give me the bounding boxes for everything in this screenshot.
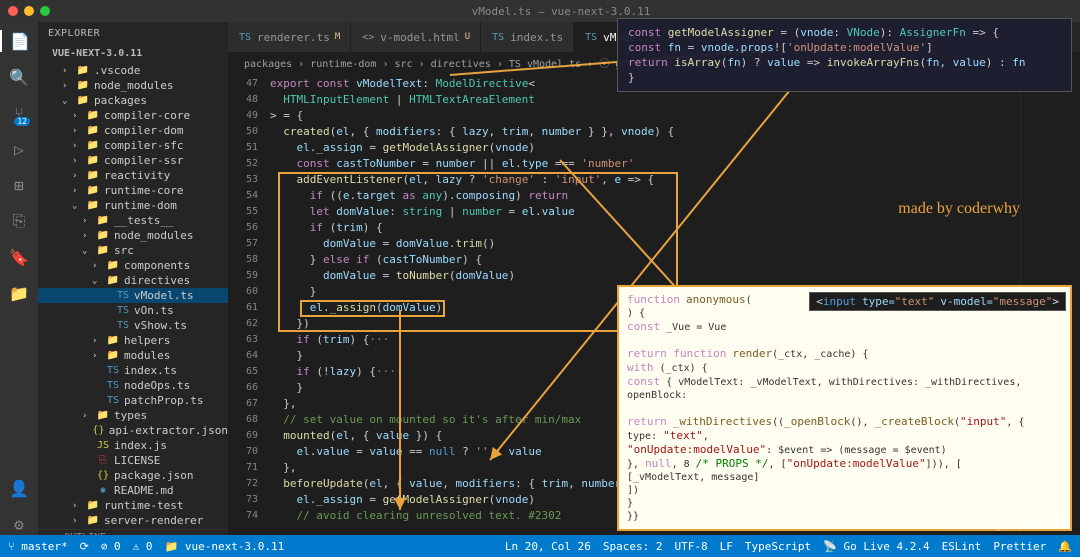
status-warnings[interactable]: ⚠ 0 [133,540,153,553]
tree-item[interactable]: ›📁__tests__ [38,213,228,228]
tree-item[interactable]: TSvShow.ts [38,318,228,333]
sidebar-title: EXPLORER [38,22,228,45]
tree-item[interactable]: ›📁helpers [38,333,228,348]
tooltip-code-box: const getModelAssigner = (vnode: VNode):… [617,18,1072,92]
sidebar: EXPLORER VUE-NEXT-3.0.11 ›📁.vscode›📁node… [38,22,228,535]
tree-item[interactable]: ✱README.md [38,483,228,498]
status-sync[interactable]: ⟳ [80,540,89,553]
status-spaces[interactable]: Spaces: 2 [603,540,663,553]
debug-icon[interactable]: ▷ [8,138,30,160]
status-golive[interactable]: 📡 Go Live 4.2.4 [823,540,929,553]
status-errors[interactable]: ⊘ 0 [101,540,121,553]
tree-item[interactable]: TSindex.ts [38,363,228,378]
tree-item[interactable]: ›📁compiler-sfc [38,138,228,153]
tree-item[interactable]: ›📁.vscode [38,63,228,78]
status-workspace[interactable]: 📁 vue-next-3.0.11 [165,540,285,553]
window-controls[interactable] [8,6,50,16]
tree-item[interactable]: ⌄📁src [38,243,228,258]
tree-item[interactable]: ›📁compiler-core [38,108,228,123]
account-icon[interactable]: 👤 [8,477,30,499]
line-numbers: 47 48 49 50 51 52 53 54 55 56 57 58 59 6… [228,73,270,535]
tree-item[interactable]: ›📁types [38,408,228,423]
tree-item[interactable]: ⌄📁directives [38,273,228,288]
status-position[interactable]: Ln 20, Col 26 [505,540,591,553]
status-branch[interactable]: ⑂ master* [8,540,68,553]
tree-item[interactable]: ›📁runtime-test [38,498,228,513]
watermark: CSDN @coderYYY [952,517,1070,533]
status-prettier[interactable]: Prettier [993,540,1046,553]
compiled-code-box: function anonymous() {const _Vue = Vuere… [617,285,1072,531]
file-tree: ›📁.vscode›📁node_modules⌄📁packages›📁compi… [38,62,228,529]
status-encoding[interactable]: UTF-8 [675,540,708,553]
status-bar: ⑂ master* ⟳ ⊘ 0 ⚠ 0 📁 vue-next-3.0.11 Ln… [0,535,1080,557]
editor-tab[interactable]: <>v-model.htmlU [351,22,481,52]
tree-item[interactable]: ›📁compiler-dom [38,123,228,138]
activity-bar: 📄 🔍 ⑂ ▷ ⊞ ⎘ 🔖 📁 👤 ⚙ [0,22,38,535]
annotation-text: made by coderwhy [898,200,1020,218]
tree-item[interactable]: ›📁node_modules [38,228,228,243]
status-bell-icon[interactable]: 🔔 [1058,540,1072,553]
remote-icon[interactable]: ⎘ [8,210,30,232]
explorer-icon[interactable]: 📄 [0,30,38,52]
sidebar-panel[interactable]: › OUTLINE [38,529,228,535]
status-eslint[interactable]: ESLint [942,540,982,553]
tree-item[interactable]: ›📁compiler-ssr [38,153,228,168]
input-hint: <input type="text" v-model="message"> [809,292,1066,311]
window-title: vModel.ts — vue-next-3.0.11 [50,5,1072,18]
tree-item[interactable]: ⌄📁runtime-dom [38,198,228,213]
bookmark-icon[interactable]: 🔖 [8,246,30,268]
tree-item[interactable]: ›📁reactivity [38,168,228,183]
tree-item[interactable]: TSnodeOps.ts [38,378,228,393]
tree-item[interactable]: JSindex.js [38,438,228,453]
editor-tab[interactable]: TSindex.ts [481,22,574,52]
editor-tab[interactable]: TSrenderer.tsM [228,22,351,52]
status-lang[interactable]: TypeScript [745,540,811,553]
project-name[interactable]: VUE-NEXT-3.0.11 [38,45,228,62]
status-eol[interactable]: LF [720,540,733,553]
close-icon[interactable] [8,6,18,16]
tree-item[interactable]: {}package.json [38,468,228,483]
tree-item[interactable]: ›📁server-renderer [38,513,228,528]
tree-item[interactable]: ›📁components [38,258,228,273]
tree-item[interactable]: TSvOn.ts [38,303,228,318]
tree-item[interactable]: TSvModel.ts [38,288,228,303]
search-icon[interactable]: 🔍 [8,66,30,88]
gear-icon[interactable]: ⚙ [8,513,30,535]
tree-item[interactable]: ⎘LICENSE [38,453,228,468]
tree-item[interactable]: ›📁runtime-core [38,183,228,198]
tree-item[interactable]: ⌄📁packages [38,93,228,108]
tree-item[interactable]: ›📁modules [38,348,228,363]
scm-icon[interactable]: ⑂ [8,102,30,124]
tree-item[interactable]: TSpatchProp.ts [38,393,228,408]
minimize-icon[interactable] [24,6,34,16]
folder-icon[interactable]: 📁 [8,282,30,304]
maximize-icon[interactable] [40,6,50,16]
tree-item[interactable]: {}api-extractor.json [38,423,228,438]
extensions-icon[interactable]: ⊞ [8,174,30,196]
tree-item[interactable]: ›📁node_modules [38,78,228,93]
